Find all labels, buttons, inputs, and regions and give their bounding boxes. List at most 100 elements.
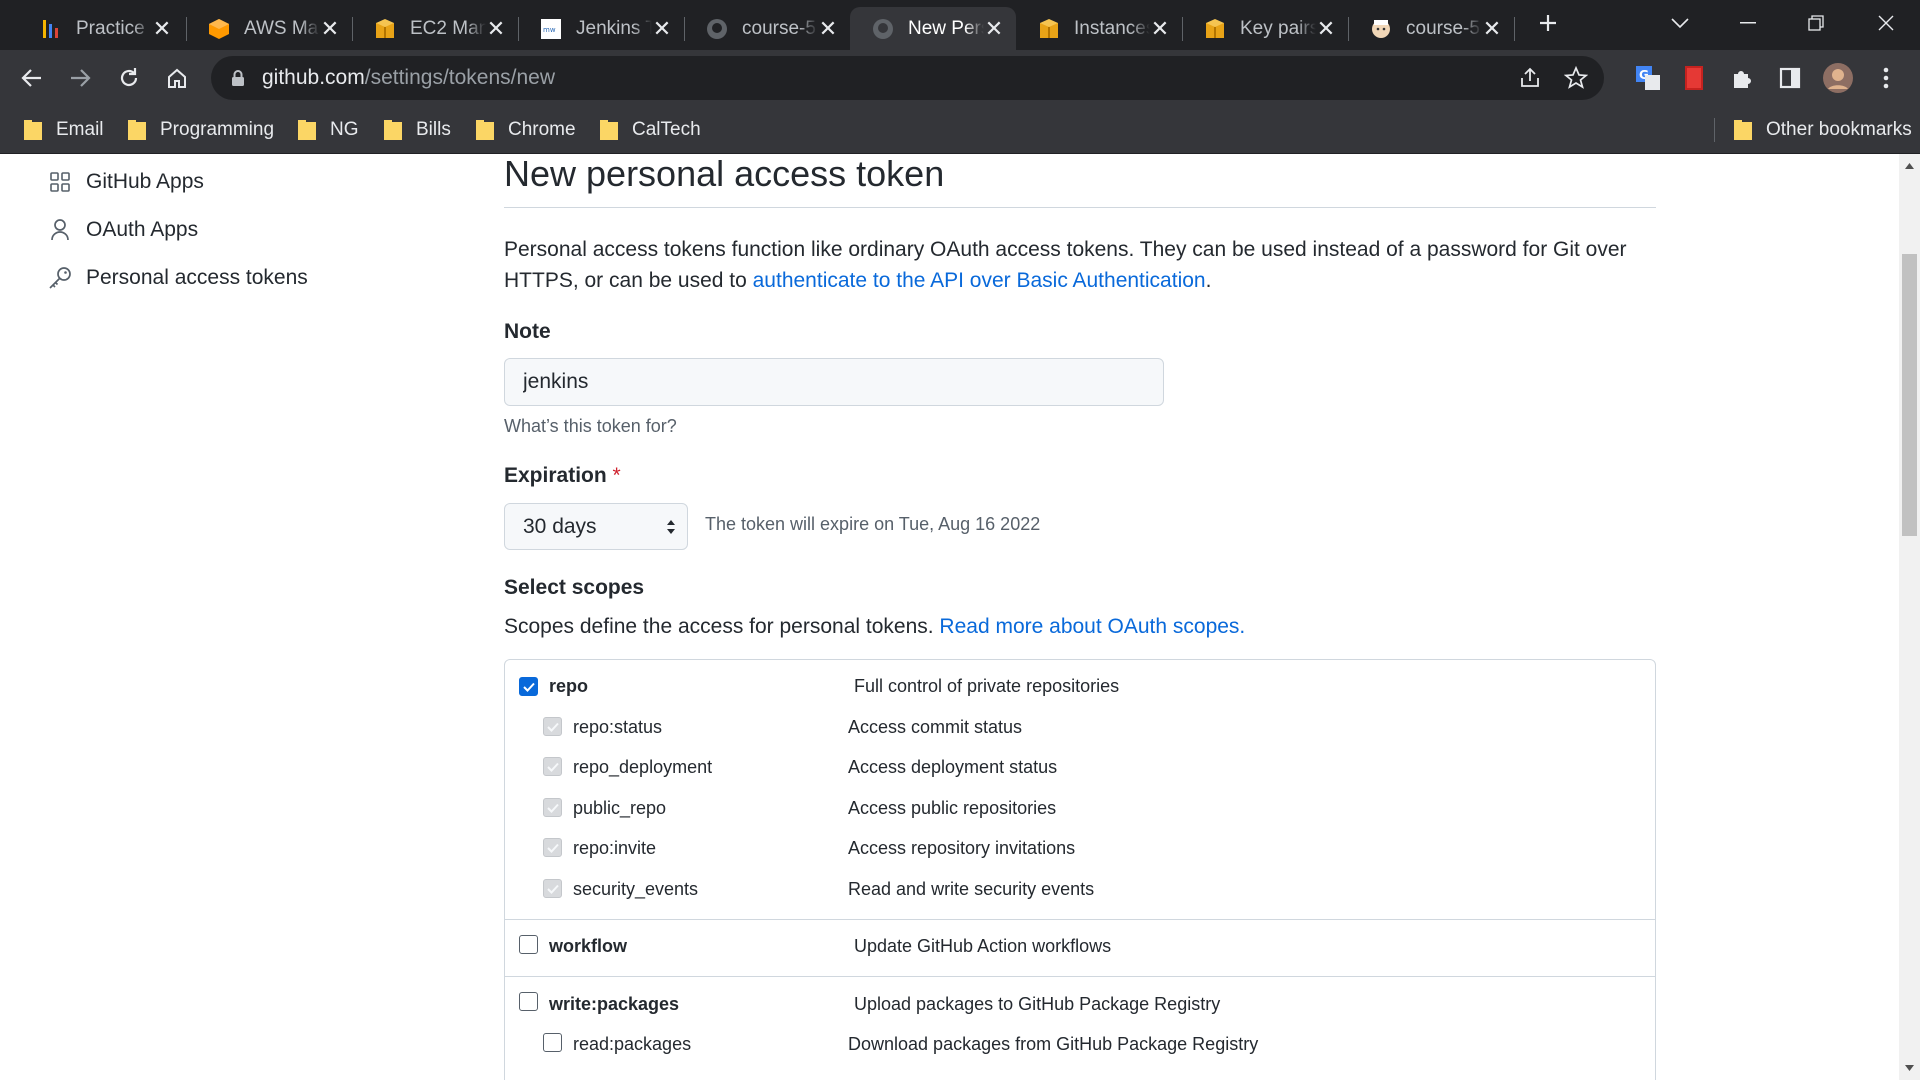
note-input[interactable] <box>504 358 1164 406</box>
scope-name: repo:invite <box>573 838 657 858</box>
workflow-checkbox[interactable] <box>519 935 538 954</box>
close-icon[interactable]: ✕ <box>984 17 1004 39</box>
tab-ec2-console[interactable]: EC2 Management Console ✕ <box>352 7 518 50</box>
reload-button[interactable] <box>109 58 149 98</box>
github-icon <box>706 18 728 40</box>
tab-jenkins[interactable]: mw Jenkins Tutorial ✕ <box>518 7 684 50</box>
forward-button[interactable] <box>60 58 100 98</box>
security-events-checkbox[interactable] <box>543 879 562 898</box>
scope-name: read:packages <box>573 1034 692 1054</box>
scope-description: Access commit status <box>848 717 1023 737</box>
jenkins-face-icon <box>1370 18 1392 40</box>
close-icon[interactable]: ✕ <box>1482 17 1502 39</box>
tab-key-pairs[interactable]: Key pairs ✕ <box>1182 7 1348 50</box>
bookmark-programming[interactable]: Programming <box>128 116 274 144</box>
page-scrollbar[interactable] <box>1899 154 1920 1080</box>
bookmark-email[interactable]: Email <box>24 116 104 144</box>
expiration-select[interactable]: 30 days <box>504 503 688 550</box>
tab-title: Key pairs <box>1240 17 1316 39</box>
tab-search-button[interactable] <box>1652 0 1708 46</box>
close-window-button[interactable] <box>1856 0 1916 46</box>
folder-icon <box>384 120 402 140</box>
bookmark-label: Other bookmarks <box>1766 119 1912 140</box>
close-icon[interactable]: ✕ <box>1150 17 1170 39</box>
aws-box-icon <box>1204 18 1226 40</box>
folder-icon <box>298 120 316 140</box>
bookmarks-divider <box>1714 118 1715 142</box>
home-button[interactable] <box>157 58 197 98</box>
tab-course-github[interactable]: course-5 ✕ <box>684 7 850 50</box>
bookmark-chrome[interactable]: Chrome <box>476 116 576 144</box>
side-panel-icon[interactable] <box>1772 60 1808 96</box>
scrollbar-thumb[interactable] <box>1902 254 1917 536</box>
extensions-puzzle-icon[interactable] <box>1724 60 1760 96</box>
close-icon[interactable]: ✕ <box>1316 17 1336 39</box>
bookmark-label: Email <box>56 119 104 140</box>
bars-icon <box>40 18 62 40</box>
tab-instances[interactable]: Instances ✕ <box>1016 7 1182 50</box>
read-packages-checkbox[interactable] <box>543 1033 562 1052</box>
scope-row-workflow: workflow Update GitHub Action workflows <box>505 933 1655 965</box>
write-packages-checkbox[interactable] <box>519 992 538 1011</box>
select-scopes-label: Select scopes <box>504 576 645 599</box>
sidebar-item-personal-access-tokens[interactable]: Personal access tokens <box>48 262 308 294</box>
repo-status-checkbox[interactable] <box>543 717 562 736</box>
person-icon <box>48 218 72 242</box>
close-icon[interactable]: ✕ <box>818 17 838 39</box>
page-content: GitHub Apps OAuth Apps Personal access t… <box>0 154 1920 1080</box>
scope-row-repo-status: repo:status Access commit status <box>505 715 1655 747</box>
folder-icon <box>24 120 42 140</box>
profile-avatar[interactable] <box>1820 60 1856 96</box>
key-icon <box>48 266 72 290</box>
close-icon[interactable]: ✕ <box>320 17 340 39</box>
scope-name: security_events <box>573 879 699 899</box>
repo-invite-checkbox[interactable] <box>543 838 562 857</box>
scroll-up-arrow-icon[interactable] <box>1904 162 1915 170</box>
scroll-down-arrow-icon[interactable] <box>1904 1064 1915 1072</box>
title-divider <box>504 207 1656 208</box>
scope-row-repo-deployment: repo_deployment Access deployment status <box>505 755 1655 787</box>
tab-practice[interactable]: Practice ✕ <box>18 7 184 50</box>
folder-icon <box>1734 120 1752 140</box>
sidebar-item-github-apps[interactable]: GitHub Apps <box>48 166 204 198</box>
tab-aws-console[interactable]: AWS Management Console ✕ <box>186 7 352 50</box>
scope-name: repo:status <box>573 717 663 737</box>
star-icon[interactable] <box>1563 65 1589 95</box>
tab-title: course-5 <box>742 17 816 39</box>
translate-extension-icon[interactable]: G <box>1630 60 1666 96</box>
bookmark-extension-icon[interactable] <box>1676 60 1712 96</box>
reload-icon <box>120 68 138 87</box>
back-button[interactable] <box>12 58 52 98</box>
public-repo-checkbox[interactable] <box>543 798 562 817</box>
address-bar[interactable]: github.com/settings/tokens/new <box>211 56 1604 100</box>
basic-auth-link[interactable]: authenticate to the API over Basic Authe… <box>753 269 1206 292</box>
restore-button[interactable] <box>1788 0 1844 46</box>
oauth-scopes-link[interactable]: Read more about OAuth scopes. <box>939 615 1245 638</box>
repo-checkbox[interactable] <box>519 677 538 696</box>
close-icon[interactable]: ✕ <box>152 17 172 39</box>
bookmark-caltech[interactable]: CalTech <box>600 116 701 144</box>
expiration-label: Expiration * <box>504 464 621 488</box>
close-icon[interactable]: ✕ <box>652 17 672 39</box>
close-icon[interactable]: ✕ <box>486 17 506 39</box>
aws-box-icon <box>374 18 396 40</box>
jenkins-doc-icon: mw <box>540 18 562 40</box>
minimize-button[interactable] <box>1720 0 1776 46</box>
page-title: New personal access token <box>504 154 945 194</box>
bookmark-ng[interactable]: NG <box>298 116 359 144</box>
bookmark-other-bookmarks[interactable]: Other bookmarks <box>1734 116 1912 144</box>
aws-cube-icon <box>208 18 230 40</box>
new-tab-button[interactable] <box>1522 0 1574 46</box>
tab-title: New Personal Access Token <box>908 17 984 39</box>
bookmark-bills[interactable]: Bills <box>384 116 451 144</box>
svg-text:mw: mw <box>543 26 556 34</box>
tab-course-jenkins[interactable]: course-5 ✕ <box>1348 7 1514 50</box>
more-menu-icon[interactable] <box>1868 60 1904 96</box>
lock-icon <box>228 68 248 88</box>
tab-new-personal-access-token[interactable]: New Personal Access Token ✕ <box>850 7 1016 50</box>
repo-deployment-checkbox[interactable] <box>543 757 562 776</box>
scope-description: Access deployment status <box>848 757 1058 777</box>
sidebar-item-label: OAuth Apps <box>86 218 199 241</box>
sidebar-item-oauth-apps[interactable]: OAuth Apps <box>48 214 198 246</box>
share-icon[interactable] <box>1518 66 1542 95</box>
